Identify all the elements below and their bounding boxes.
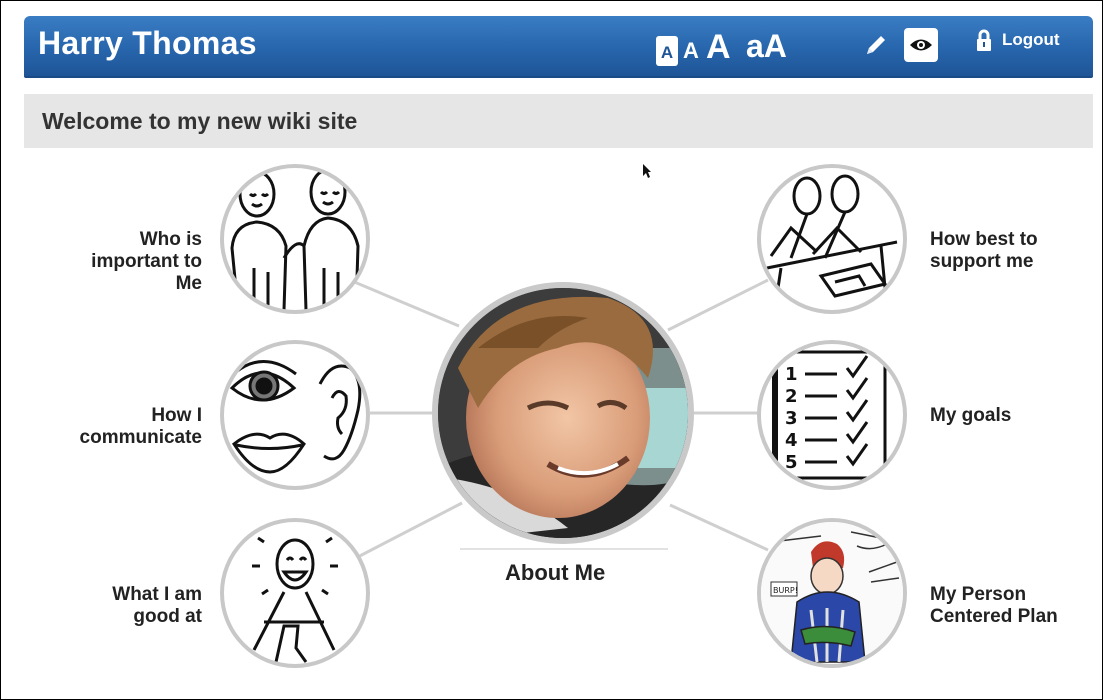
plan-label-line2: Centered Plan	[930, 606, 1058, 627]
plan-label[interactable]: My Person Centered Plan	[930, 584, 1100, 628]
two-people-icon[interactable]	[220, 164, 370, 314]
support-label[interactable]: How best to support me	[930, 229, 1100, 273]
mouse-cursor-icon	[642, 163, 652, 184]
svg-text:1: 1	[785, 364, 798, 385]
good-at-label-line2: good at	[133, 606, 202, 627]
two-people-working-icon[interactable]	[757, 164, 907, 314]
plan-label-line1: My Person	[930, 584, 1027, 605]
who-important-label-line2: important to	[91, 251, 202, 272]
svg-text:5: 5	[785, 452, 798, 473]
svg-text:2: 2	[785, 386, 798, 407]
good-at-label[interactable]: What I am good at	[42, 584, 202, 628]
good-at-label-line1: What I am	[112, 584, 202, 605]
goals-label-line1: My goals	[930, 405, 1012, 426]
communicate-label[interactable]: How I communicate	[32, 405, 202, 449]
goals-label[interactable]: My goals	[930, 405, 1100, 427]
person-drawing-icon[interactable]: BURP!	[757, 518, 907, 668]
svg-text:4: 4	[785, 430, 798, 451]
support-label-line1: How best to	[930, 229, 1038, 250]
about-me-photo[interactable]	[432, 282, 694, 544]
communicate-label-line1: How I	[151, 405, 202, 426]
divider	[460, 548, 668, 550]
svg-text:BURP!: BURP!	[773, 586, 798, 595]
who-important-label-line1: Who is	[139, 229, 202, 250]
smiling-person-icon[interactable]	[220, 518, 370, 668]
who-important-label-line3: Me	[175, 273, 202, 294]
svg-text:3: 3	[785, 408, 798, 429]
about-me-label[interactable]: About Me	[505, 560, 605, 586]
communicate-label-line2: communicate	[79, 427, 202, 448]
checklist-icon[interactable]: 123 45	[757, 340, 907, 490]
eye-ear-mouth-icon[interactable]	[220, 340, 370, 490]
support-label-line2: support me	[930, 251, 1034, 272]
who-important-label[interactable]: Who is important to Me	[42, 229, 202, 295]
